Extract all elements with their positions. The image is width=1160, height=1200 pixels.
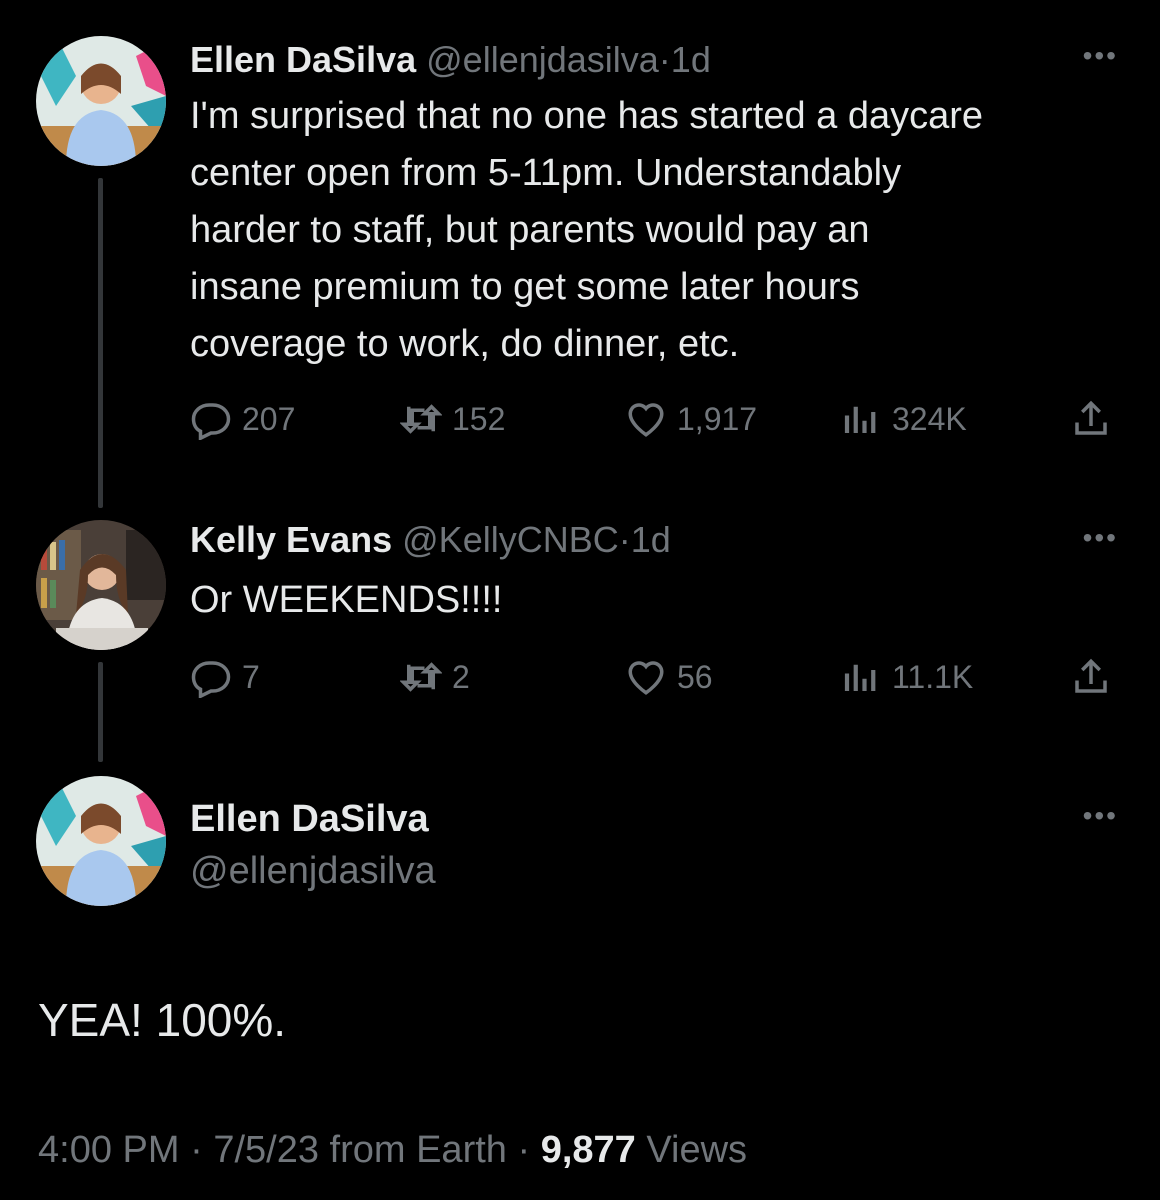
- more-icon[interactable]: •••: [1083, 800, 1118, 832]
- reply-count: 7: [242, 658, 260, 695]
- views-count: 324K: [892, 400, 967, 437]
- reply-count: 207: [242, 400, 296, 437]
- tweet-time[interactable]: 1d: [631, 519, 671, 560]
- separator-dot: ·: [517, 1129, 531, 1171]
- heart-icon: [628, 403, 664, 437]
- avatar[interactable]: [36, 36, 166, 166]
- avatar[interactable]: [36, 520, 166, 650]
- retweet-count: 152: [452, 400, 506, 437]
- views-count: 9,877: [540, 1129, 636, 1171]
- heart-icon: [628, 661, 664, 695]
- tweet-time[interactable]: 4:00 PM: [38, 1129, 180, 1171]
- author-handle[interactable]: @ellenjdasilva: [426, 39, 659, 80]
- retweet-icon: [400, 404, 442, 434]
- views-bar-icon: [844, 406, 876, 433]
- tweet-header: Ellen DaSilva @ellenjdasilva·1d: [190, 38, 711, 82]
- retweet-icon: [400, 662, 442, 692]
- author-name[interactable]: Ellen DaSilva: [190, 796, 429, 842]
- author-handle[interactable]: @ellenjdasilva: [190, 848, 436, 894]
- reply-button[interactable]: 7: [190, 656, 260, 698]
- like-count: 1,917: [677, 400, 758, 437]
- tweet-text: Or WEEKENDS!!!!: [190, 579, 503, 621]
- author-name[interactable]: Ellen DaSilva: [190, 39, 416, 80]
- views-bar-icon: [844, 664, 876, 691]
- tweet-header: Kelly Evans @KellyCNBC·1d: [190, 518, 671, 562]
- share-icon: [1075, 400, 1107, 435]
- share-button[interactable]: [1070, 656, 1112, 698]
- reply-button[interactable]: 207: [190, 398, 295, 440]
- separator-dot: ·: [190, 1129, 203, 1171]
- separator-dot: ·: [618, 519, 631, 560]
- tweet-meta: 4:00 PM · 7/5/23 from Earth · 9,877 View…: [38, 1122, 747, 1178]
- author-name[interactable]: Kelly Evans: [190, 519, 392, 560]
- tweet-date[interactable]: 7/5/23: [213, 1129, 319, 1171]
- retweet-count: 2: [452, 658, 470, 695]
- reply-icon: [191, 403, 231, 440]
- like-button[interactable]: 56: [625, 656, 713, 698]
- more-icon[interactable]: •••: [1083, 40, 1118, 72]
- retweet-button[interactable]: 2: [400, 656, 470, 698]
- author-handle[interactable]: @KellyCNBC: [402, 519, 619, 560]
- tweet-text: YEA! 100%.: [38, 994, 287, 1046]
- views-button[interactable]: 324K: [840, 398, 967, 440]
- views-count: 11.1K: [892, 658, 974, 695]
- like-button[interactable]: 1,917: [625, 398, 757, 440]
- tweet-actions: 207 152 1,917 324K: [190, 398, 1120, 442]
- views-button[interactable]: 11.1K: [840, 656, 973, 698]
- share-icon: [1075, 658, 1107, 693]
- avatar-image: [36, 520, 166, 650]
- like-count: 56: [677, 658, 713, 695]
- retweet-button[interactable]: 152: [400, 398, 505, 440]
- tweet-text: I'm surprised that no one has started a …: [190, 95, 984, 365]
- reply-icon: [191, 661, 231, 698]
- tweet-actions: 7 2 56 11.1K: [190, 656, 1120, 700]
- tweet-source: from Earth: [329, 1129, 507, 1171]
- tweet-time[interactable]: 1d: [671, 39, 711, 80]
- more-icon[interactable]: •••: [1083, 522, 1118, 554]
- avatar[interactable]: [36, 776, 166, 906]
- separator-dot: ·: [658, 39, 671, 80]
- avatar-image: [36, 776, 166, 906]
- thread-line-1: [98, 178, 103, 508]
- avatar-image: [36, 36, 166, 166]
- views-label: Views: [646, 1129, 748, 1171]
- thread-line-2: [98, 662, 103, 762]
- share-button[interactable]: [1070, 398, 1112, 440]
